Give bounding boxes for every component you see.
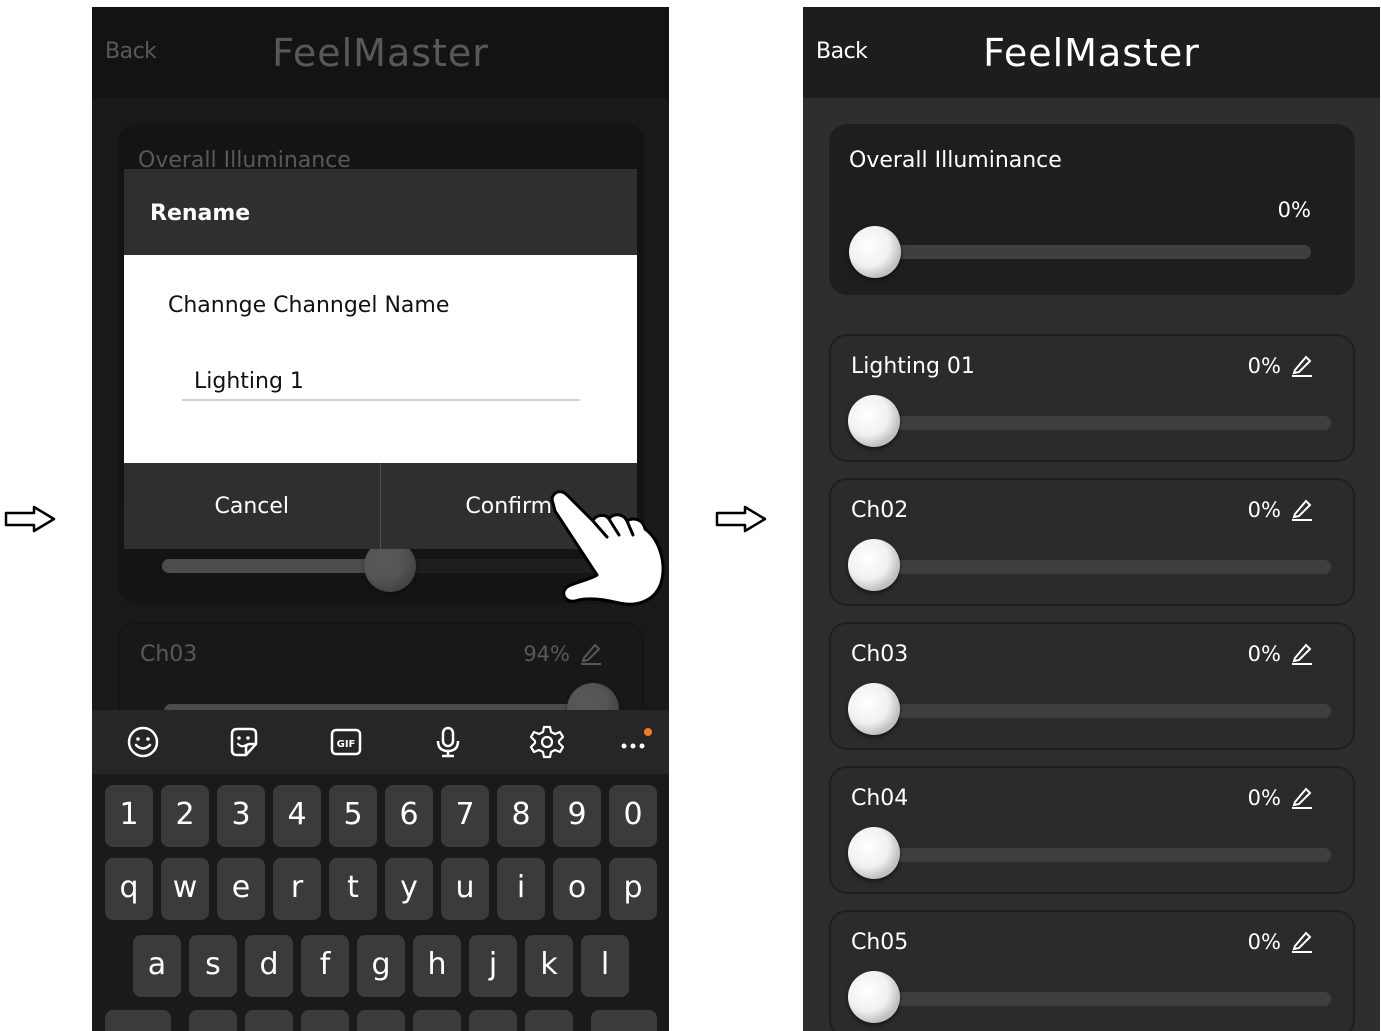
letter-key[interactable] (301, 1010, 349, 1031)
key-9[interactable]: 9 (553, 785, 601, 847)
overall-slider-knob[interactable] (849, 226, 901, 278)
shift-key[interactable] (105, 1010, 171, 1031)
app-header: Back FeelMaster (803, 7, 1380, 98)
channel-card: Lighting 01 0% (829, 334, 1355, 462)
edit-pencil-icon[interactable] (1291, 353, 1313, 377)
key-4[interactable]: 4 (273, 785, 321, 847)
key-a[interactable]: a (133, 935, 181, 997)
notification-dot-icon (644, 728, 652, 736)
channel-percent: 0% (1247, 786, 1281, 810)
edit-pencil-icon[interactable] (1291, 929, 1313, 953)
key-8[interactable]: 8 (497, 785, 545, 847)
channel-card: Ch05 0% (829, 910, 1355, 1031)
channel-name: Lighting 01 (851, 354, 975, 379)
sticker-icon[interactable] (226, 724, 262, 760)
channel-slider-track[interactable] (875, 704, 1331, 718)
key-p[interactable]: p (609, 858, 657, 920)
letter-key[interactable] (413, 1010, 461, 1031)
on-screen-keyboard: GIF 1234567890 qwertyuiop asdfghjkl (92, 710, 669, 1031)
channel-slider-knob[interactable] (848, 395, 900, 447)
gif-icon[interactable]: GIF (328, 724, 364, 760)
key-r[interactable]: r (273, 858, 321, 920)
channel-name: Ch02 (851, 498, 909, 523)
key-6[interactable]: 6 (385, 785, 433, 847)
channel-name: Ch03 (851, 642, 909, 667)
overall-slider-track[interactable] (873, 245, 1311, 259)
key-5[interactable]: 5 (329, 785, 377, 847)
tap-hand-icon (547, 489, 669, 607)
microphone-icon[interactable] (430, 724, 466, 760)
letter-key[interactable] (245, 1010, 293, 1031)
more-icon[interactable] (617, 724, 653, 760)
key-1[interactable]: 1 (105, 785, 153, 847)
key-2[interactable]: 2 (161, 785, 209, 847)
overall-illuminance-card: Overall Illuminance 0% (829, 124, 1355, 295)
channel-percent: 0% (1247, 930, 1281, 954)
key-k[interactable]: k (525, 935, 573, 997)
key-o[interactable]: o (553, 858, 601, 920)
overall-percent: 0% (1277, 198, 1311, 222)
key-i[interactable]: i (497, 858, 545, 920)
backspace-key[interactable] (591, 1010, 657, 1031)
dialog-header: Rename (124, 169, 637, 255)
keyboard-toolbar: GIF (92, 710, 669, 774)
key-y[interactable]: y (385, 858, 433, 920)
edit-pencil-icon[interactable] (1291, 785, 1313, 809)
channel-percent: 0% (1247, 354, 1281, 378)
channel-card: Ch02 0% (829, 478, 1355, 606)
channel-slider-knob[interactable] (848, 827, 900, 879)
settings-icon[interactable] (529, 724, 565, 760)
channel-slider-track[interactable] (875, 848, 1331, 862)
channel-slider-knob[interactable] (848, 683, 900, 735)
key-l[interactable]: l (581, 935, 629, 997)
emoji-icon[interactable] (125, 724, 161, 760)
channel-name-input[interactable] (182, 363, 580, 401)
letter-key[interactable] (189, 1010, 237, 1031)
svg-text:GIF: GIF (337, 739, 356, 750)
key-g[interactable]: g (357, 935, 405, 997)
channel-slider-track[interactable] (875, 416, 1331, 430)
key-0[interactable]: 0 (609, 785, 657, 847)
key-7[interactable]: 7 (441, 785, 489, 847)
key-q[interactable]: q (105, 858, 153, 920)
letter-key[interactable] (357, 1010, 405, 1031)
key-d[interactable]: d (245, 935, 293, 997)
rename-screen: Back FeelMaster Overall Illuminance Ch03… (92, 7, 669, 1031)
channel-slider-knob[interactable] (848, 539, 900, 591)
channel-percent: 0% (1247, 642, 1281, 666)
letter-key[interactable] (525, 1010, 573, 1031)
key-t[interactable]: t (329, 858, 377, 920)
brand-logo: FeelMaster (983, 31, 1200, 75)
channel-name: Ch05 (851, 930, 909, 955)
letter-key[interactable] (469, 1010, 517, 1031)
channel-list-screen: Back FeelMaster Overall Illuminance 0% L… (803, 7, 1380, 1031)
key-w[interactable]: w (161, 858, 209, 920)
edit-pencil-icon[interactable] (1291, 497, 1313, 521)
dialog-body: Channge Channgel Name (124, 255, 637, 463)
key-h[interactable]: h (413, 935, 461, 997)
channel-slider-track[interactable] (875, 992, 1331, 1006)
overall-title: Overall Illuminance (849, 148, 1062, 173)
key-f[interactable]: f (301, 935, 349, 997)
key-u[interactable]: u (441, 858, 489, 920)
channel-card: Ch03 0% (829, 622, 1355, 750)
channel-percent: 0% (1247, 498, 1281, 522)
flow-arrow-icon (715, 505, 767, 533)
key-j[interactable]: j (469, 935, 517, 997)
dialog-label: Channge Channgel Name (168, 293, 450, 318)
flow-arrow-icon (4, 505, 56, 533)
channel-slider-track[interactable] (875, 560, 1331, 574)
cancel-button[interactable]: Cancel (124, 463, 381, 549)
dialog-title: Rename (150, 201, 251, 226)
key-e[interactable]: e (217, 858, 265, 920)
edit-pencil-icon[interactable] (1291, 641, 1313, 665)
channel-slider-knob[interactable] (848, 971, 900, 1023)
key-s[interactable]: s (189, 935, 237, 997)
channel-name: Ch04 (851, 786, 909, 811)
channel-card: Ch04 0% (829, 766, 1355, 894)
key-3[interactable]: 3 (217, 785, 265, 847)
